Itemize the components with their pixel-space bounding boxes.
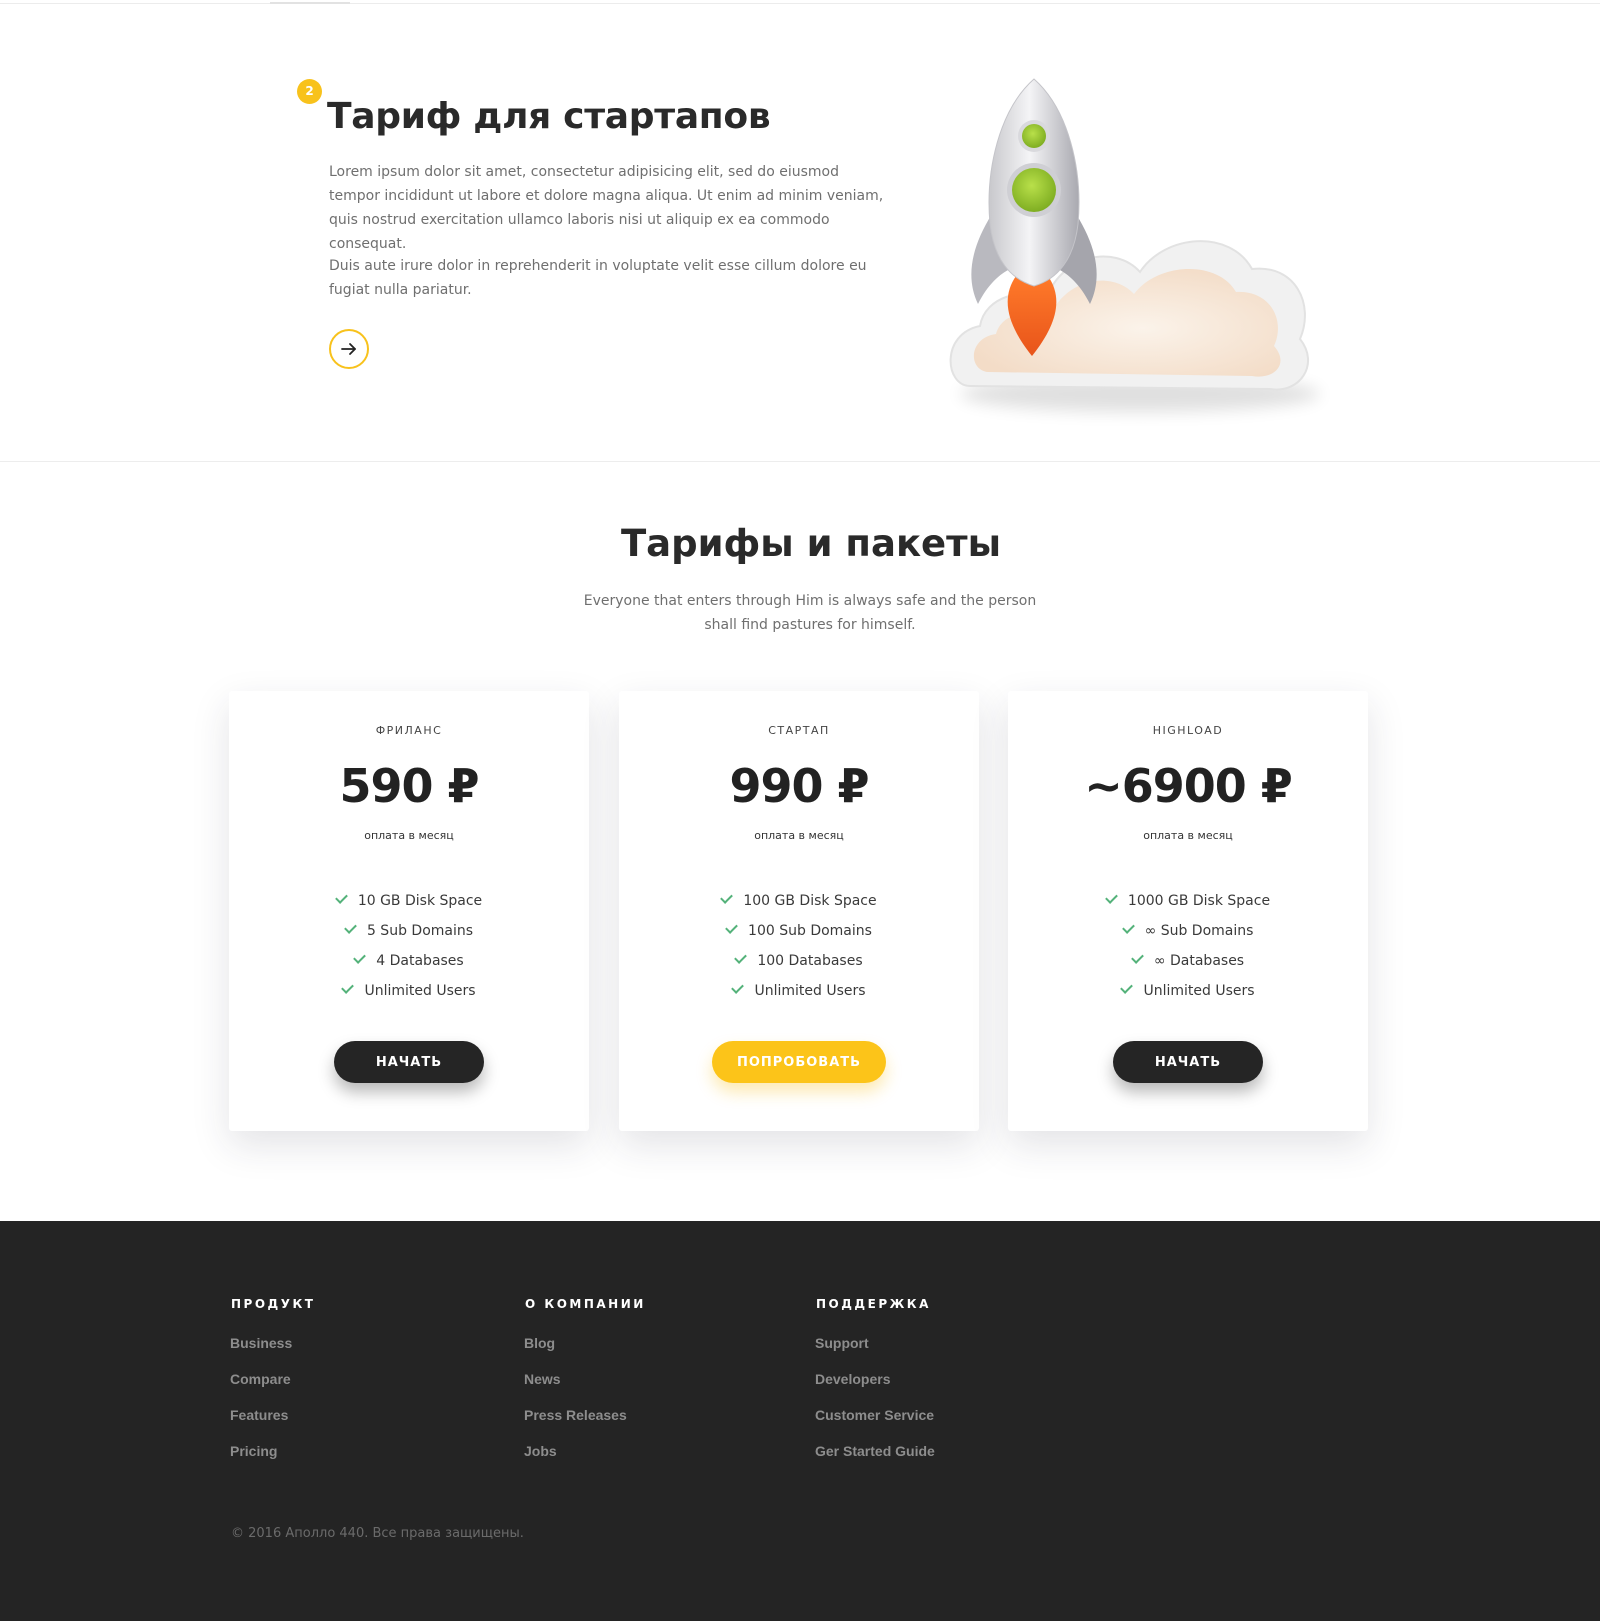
check-icon [731,981,745,994]
feature-label: Unlimited Users [1143,983,1255,999]
feature-label: 100 GB Disk Space [743,893,877,909]
rocket-cloud-illustration [940,64,1340,444]
footer-heading: ПРОДУКТ [231,1297,316,1311]
pricing-subtitle: Everyone that enters through Him is alwa… [583,593,1037,633]
feature-item: Unlimited Users [229,976,589,1006]
footer-link[interactable]: Customer Service [815,1405,935,1441]
feature-item: 10 GB Disk Space [229,886,589,916]
footer-heading: О КОМПАНИИ [525,1297,646,1311]
next-arrow-button[interactable] [329,329,369,369]
check-icon [344,921,357,934]
check-icon [725,921,738,934]
footer-link[interactable]: Compare [230,1369,315,1405]
footer-links: Blog News Press Releases Jobs [524,1333,646,1477]
feature-item: Unlimited Users [619,976,979,1006]
footer-links: Support Developers Customer Service Ger … [815,1333,935,1477]
feature-item: 100 GB Disk Space [619,886,979,916]
footer-column-company: О КОМПАНИИ Blog News Press Releases Jobs [524,1297,646,1477]
footer-column-product: ПРОДУКТ Business Compare Features Pricin… [230,1297,315,1477]
check-icon [353,951,367,964]
check-icon [1131,951,1144,964]
plan-price: ~6900 ₽ [1084,759,1293,813]
hero-paragraph-1: Lorem ipsum dolor sit amet, consectetur … [329,164,884,252]
feature-item: 4 Databases [229,946,589,976]
arrow-right-icon [341,343,356,355]
footer-link[interactable]: Press Releases [524,1405,646,1441]
footer-link[interactable]: Blog [524,1333,646,1369]
feature-label: Unlimited Users [754,983,866,999]
feature-item: 5 Sub Domains [229,916,589,946]
start-button[interactable]: НАЧАТЬ [334,1041,484,1083]
feature-label: 4 Databases [376,953,464,969]
hero-title: Тариф для стартапов [327,96,771,137]
footer-link[interactable]: Business [230,1333,315,1369]
footer-column-support: ПОДДЕРЖКА Support Developers Customer Se… [815,1297,935,1477]
feature-item: 1000 GB Disk Space [1008,886,1368,916]
plan-period: оплата в месяц [1143,829,1233,842]
check-icon [734,951,748,964]
footer-link[interactable]: Pricing [230,1441,315,1477]
check-icon [1105,891,1118,904]
footer-link[interactable]: Developers [815,1369,935,1405]
plan-period: оплата в месяц [754,829,844,842]
try-button[interactable]: ПОПРОБОВАТЬ [712,1041,886,1083]
feature-label: 100 Databases [757,953,863,969]
check-icon [341,981,355,994]
feature-item: Unlimited Users [1008,976,1368,1006]
plan-price: 590 ₽ [339,759,479,813]
feature-item: ∞ Sub Domains [1008,916,1368,946]
feature-item: 100 Databases [619,946,979,976]
footer-link[interactable]: Support [815,1333,935,1369]
footer-link[interactable]: Ger Started Guide [815,1441,935,1477]
feature-list: 1000 GB Disk Space ∞ Sub Domains ∞ Datab… [1008,886,1368,1006]
footer-link[interactable]: News [524,1369,646,1405]
start-button[interactable]: НАЧАТЬ [1113,1041,1263,1083]
step-badge: 2 [297,79,322,104]
footer-link[interactable]: Features [230,1405,315,1441]
plan-name: ФРИЛАНС [375,724,443,737]
plan-name: СТАРТАП [768,724,830,737]
feature-item: ∞ Databases [1008,946,1368,976]
hero-section: 2 Тариф для стартапов Lorem ipsum dolor … [0,4,1600,462]
feature-label: 5 Sub Domains [366,923,474,939]
plan-card-highload: HIGHLOAD ~6900 ₽ оплата в месяц 1000 GB … [1008,691,1368,1131]
copyright-text: © 2016 Аполло 440. Все права защищены. [231,1526,524,1541]
feature-label: ∞ Databases [1153,953,1245,969]
feature-label: Unlimited Users [364,983,476,999]
footer-link[interactable]: Jobs [524,1441,646,1477]
feature-label: 10 GB Disk Space [357,893,483,909]
footer: ПРОДУКТ Business Compare Features Pricin… [0,1221,1600,1621]
plan-name: HIGHLOAD [1152,724,1224,737]
plan-period: оплата в месяц [364,829,454,842]
feature-label: 1000 GB Disk Space [1127,893,1271,909]
check-icon [1120,981,1134,994]
check-icon [1121,921,1135,934]
feature-list: 10 GB Disk Space 5 Sub Domains 4 Databas… [229,886,589,1006]
hero-paragraph-2: Duis aute irure dolor in reprehenderit i… [329,258,867,298]
pricing-title: Тарифы и пакеты [620,522,1002,565]
check-icon [334,891,348,904]
feature-label: ∞ Sub Domains [1144,923,1254,939]
plan-card-startup: СТАРТАП 990 ₽ оплата в месяц 100 GB Disk… [619,691,979,1131]
footer-heading: ПОДДЕРЖКА [816,1297,931,1311]
footer-links: Business Compare Features Pricing [230,1333,315,1477]
feature-item: 100 Sub Domains [619,916,979,946]
plan-price: 990 ₽ [729,759,869,813]
feature-list: 100 GB Disk Space 100 Sub Domains 100 Da… [619,886,979,1006]
feature-label: 100 Sub Domains [748,923,872,939]
check-icon [720,891,734,904]
plan-card-freelance: ФРИЛАНС 590 ₽ оплата в месяц 10 GB Disk … [229,691,589,1131]
